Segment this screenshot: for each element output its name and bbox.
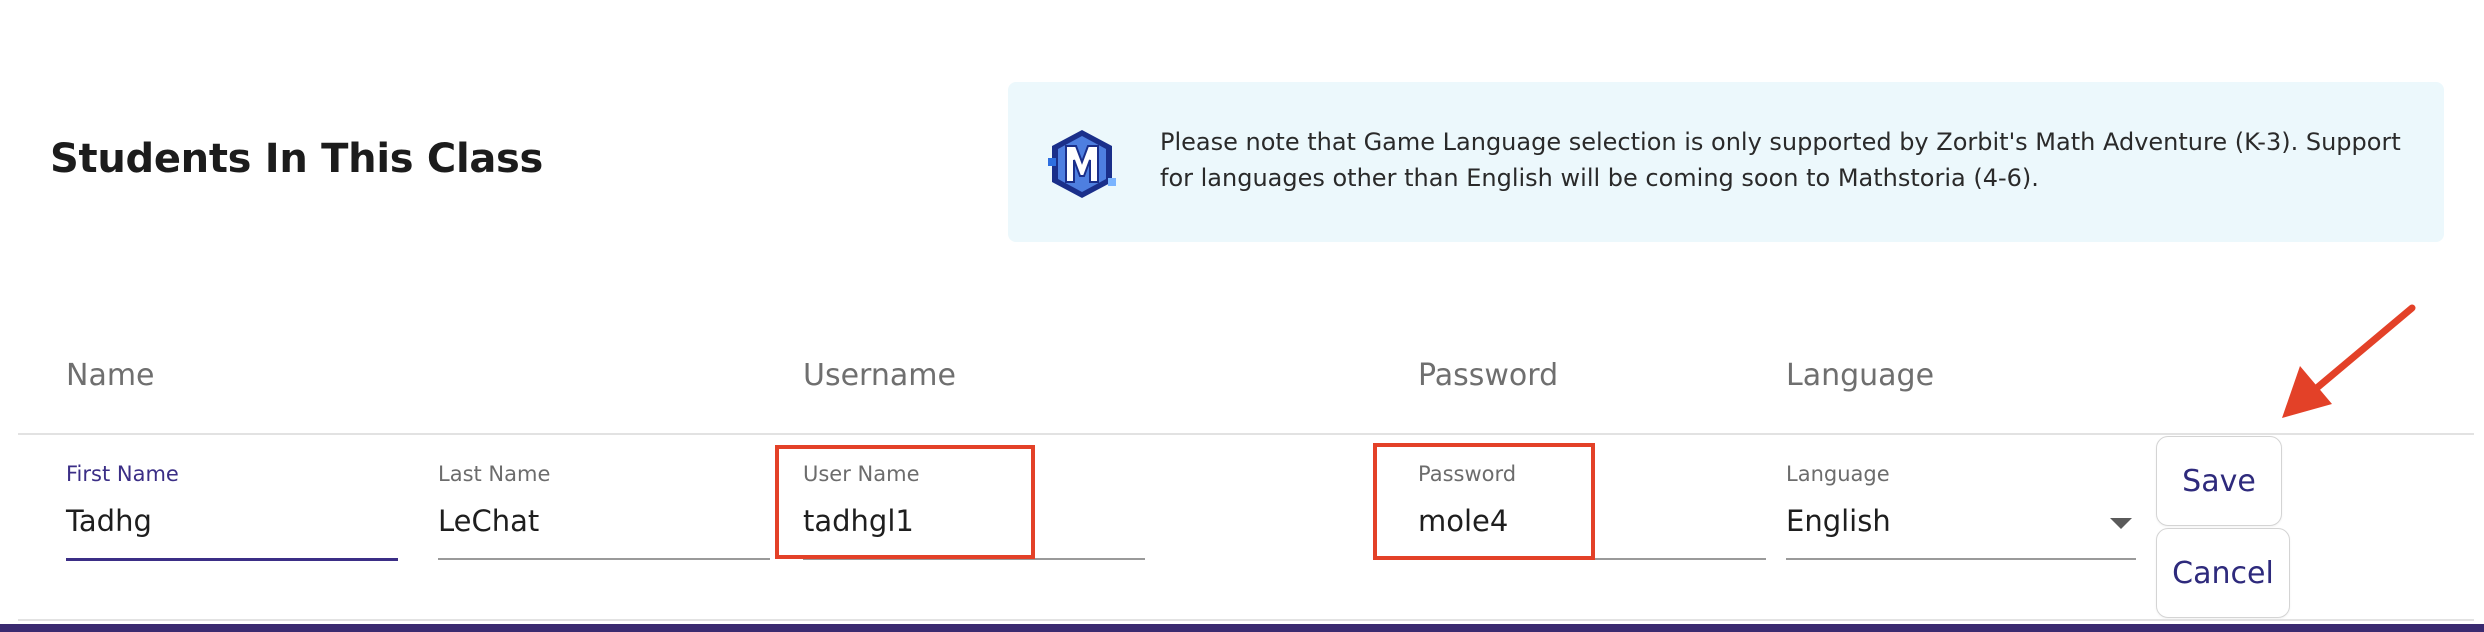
dropdown-caret-icon[interactable] [2110,518,2132,529]
language-label: Language [1786,462,1890,486]
first-name-label: First Name [66,462,179,486]
password-highlight-box [1373,443,1595,560]
column-header-name: Name [66,358,155,393]
cancel-button[interactable]: Cancel [2156,528,2290,618]
notice-text: Please note that Game Language selection… [1160,128,2401,192]
last-name-label: Last Name [438,462,551,486]
last-name-field[interactable]: Last Name LeChat [438,462,770,562]
page-title: Students In This Class [50,136,544,182]
last-name-input[interactable]: LeChat [438,504,539,538]
language-notice-banner: Please note that Game Language selection… [1008,82,2444,242]
annotation-arrow-icon [2282,304,2416,418]
mathstoria-m-logo-icon [1048,130,1116,198]
header-divider [18,433,2474,435]
first-name-input[interactable]: Tadhg [66,504,152,538]
first-name-underline [66,558,398,561]
column-header-username: Username [803,358,956,393]
language-underline [1786,558,2136,560]
page-bottom-edge [0,624,2484,632]
column-header-language: Language [1786,358,1935,393]
row-divider [18,619,2474,621]
username-highlight-box [775,445,1035,559]
first-name-field[interactable]: First Name Tadhg [66,462,398,562]
column-header-password: Password [1418,358,1559,393]
language-selected-value[interactable]: English [1786,504,1891,538]
last-name-underline [438,558,770,560]
language-select[interactable]: Language English [1786,462,2136,562]
